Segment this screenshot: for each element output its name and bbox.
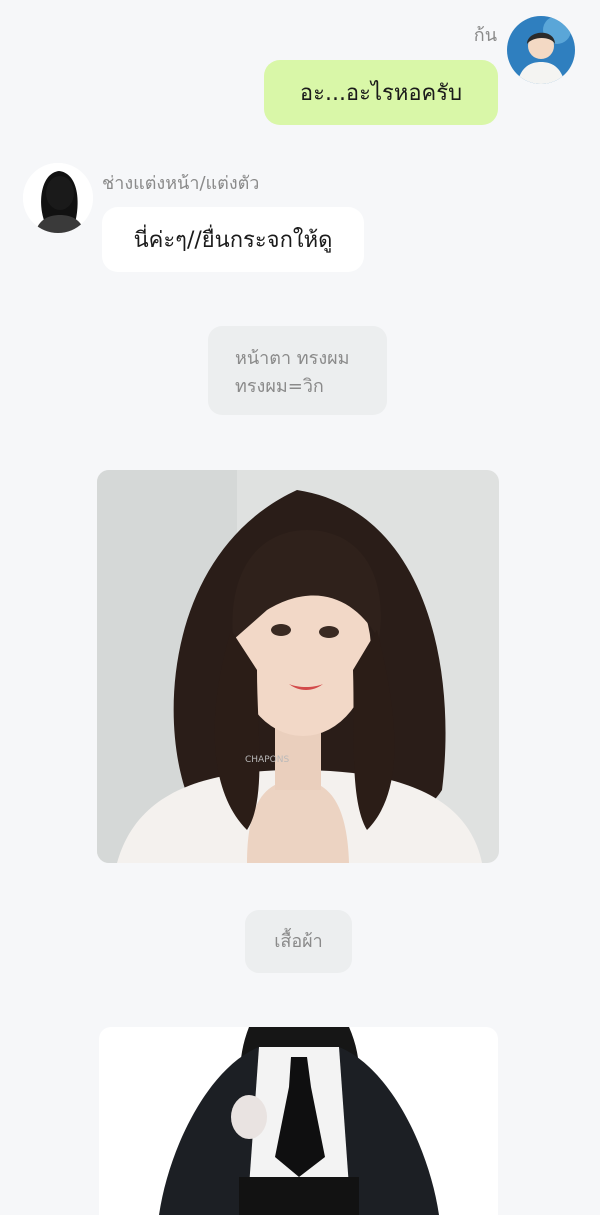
narration-line: หน้าตา ทรงผม xyxy=(235,348,350,369)
hair-photo[interactable]: CHAPONS xyxy=(97,470,499,863)
narration-box-face: หน้าตา ทรงผม ทรงผม=วิก xyxy=(208,326,387,415)
message-bubble-me[interactable]: อะ...อะไรหอครับ xyxy=(264,60,498,125)
message-text: อะ...อะไรหอครับ xyxy=(299,81,463,106)
sender-name-me: ก้น xyxy=(473,25,497,46)
watermark-text: CHAPONS xyxy=(245,755,289,765)
avatar-makeup-artist[interactable] xyxy=(23,163,93,233)
outfit-photo[interactable] xyxy=(99,1027,498,1215)
narration-box-clothes: เสื้อผ้า xyxy=(245,910,352,973)
hairstyle-image: CHAPONS xyxy=(97,470,499,863)
narration-line: เสื้อผ้า xyxy=(274,930,323,952)
message-text: นี่ค่ะๆ//ยื่นกระจกให้ดู xyxy=(133,228,333,253)
sender-name-makeup-artist: ช่างแต่งหน้า/แต่งตัว xyxy=(102,173,260,194)
message-bubble-makeup-artist[interactable]: นี่ค่ะๆ//ยื่นกระจกให้ดู xyxy=(102,207,364,272)
silhouette-icon xyxy=(23,163,93,233)
avatar-me[interactable] xyxy=(507,16,575,84)
outfit-image xyxy=(99,1027,498,1215)
profile-photo-icon xyxy=(507,16,575,84)
narration-line: ทรงผม=วิก xyxy=(235,376,324,397)
